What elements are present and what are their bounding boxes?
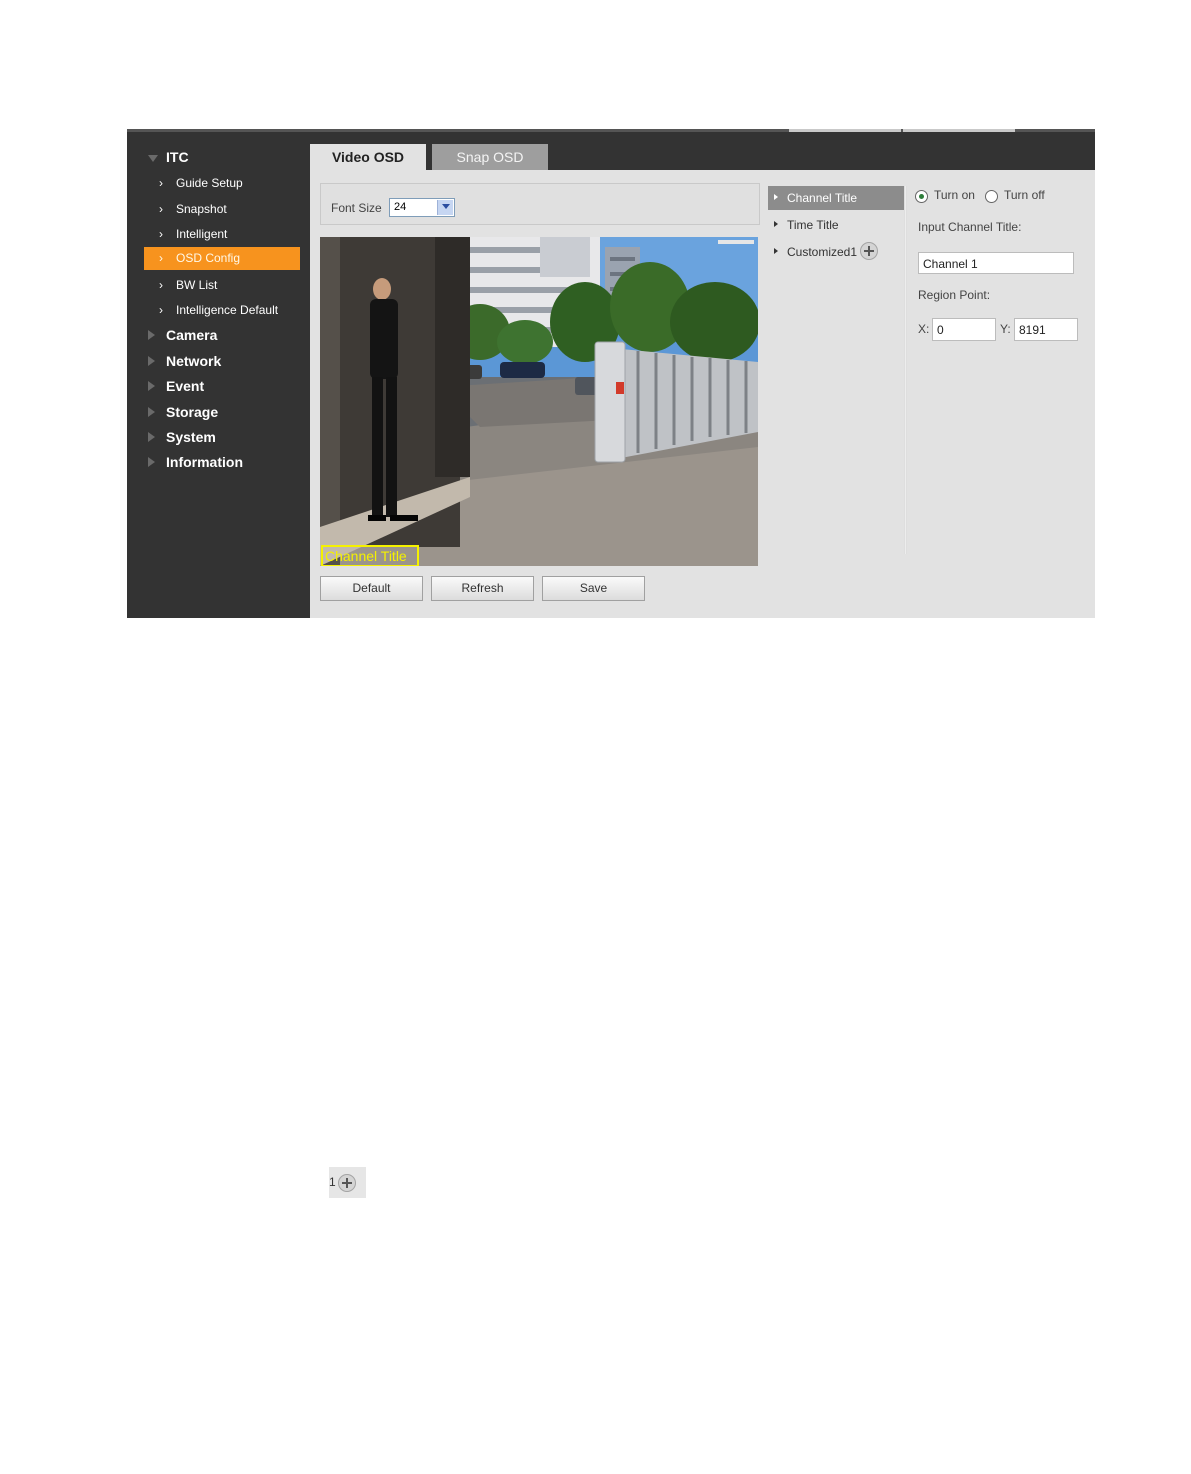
y-coordinate-input[interactable]: 8191 xyxy=(1014,318,1078,341)
font-size-select[interactable]: 24 xyxy=(389,198,455,217)
chevron-right-icon: › xyxy=(159,251,163,265)
tab-video-osd[interactable]: Video OSD xyxy=(310,144,426,170)
osd-item-time-title[interactable]: Time Title xyxy=(768,213,904,237)
triangle-right-icon xyxy=(148,432,155,442)
sidebar-item-intelligence-default[interactable]: › Intelligence Default xyxy=(144,299,300,321)
chevron-down-icon xyxy=(437,200,453,215)
triangle-right-icon xyxy=(148,330,155,340)
turn-off-label: Turn off xyxy=(1004,188,1045,202)
sidebar: ITC › Guide Setup › Snapshot › Intellige… xyxy=(127,132,310,618)
sidebar-item-label: Snapshot xyxy=(176,202,227,216)
sidebar-item-snapshot[interactable]: › Snapshot xyxy=(144,198,300,220)
triangle-right-icon xyxy=(774,248,778,254)
refresh-button[interactable]: Refresh xyxy=(431,576,534,601)
osd-config-window: ITC › Guide Setup › Snapshot › Intellige… xyxy=(127,129,1095,618)
osd-overlay-text: Channel Title xyxy=(325,548,407,564)
sidebar-group-label: Storage xyxy=(166,404,219,420)
sidebar-group-information[interactable]: Information xyxy=(127,452,310,474)
triangle-right-icon xyxy=(148,381,155,391)
sidebar-item-label: Guide Setup xyxy=(176,176,243,190)
sidebar-item-osd-config[interactable]: › OSD Config xyxy=(144,247,300,270)
panel-divider xyxy=(904,186,907,554)
sidebar-group-event[interactable]: Event xyxy=(127,376,310,398)
add-icon[interactable] xyxy=(860,242,878,260)
video-preview[interactable]: Channel Title xyxy=(320,237,758,566)
chevron-right-icon: › xyxy=(159,202,163,216)
x-label: X: xyxy=(918,322,930,336)
sidebar-group-network[interactable]: Network xyxy=(127,351,310,373)
sidebar-item-bw-list[interactable]: › BW List xyxy=(144,274,300,296)
osd-item-channel-title[interactable]: Channel Title xyxy=(768,186,904,210)
sidebar-group-system[interactable]: System xyxy=(127,427,310,449)
sidebar-group-label: Information xyxy=(166,454,243,470)
y-label: Y: xyxy=(1000,322,1011,336)
camera-scene-image xyxy=(320,237,758,566)
sidebar-item-label: OSD Config xyxy=(176,251,241,265)
snippet-number: 1 xyxy=(329,1175,336,1189)
sidebar-group-storage[interactable]: Storage xyxy=(127,402,310,424)
chevron-right-icon: › xyxy=(159,176,163,190)
turn-on-label: Turn on xyxy=(934,188,975,202)
save-button[interactable]: Save xyxy=(542,576,645,601)
default-button[interactable]: Default xyxy=(320,576,423,601)
osd-item-label: Customized1 xyxy=(787,245,858,259)
font-size-label: Font Size xyxy=(331,201,382,215)
region-point-label: Region Point: xyxy=(918,288,991,302)
tab-snap-osd[interactable]: Snap OSD xyxy=(432,144,548,170)
turn-on-radio[interactable] xyxy=(915,190,928,203)
sidebar-group-label: Event xyxy=(166,378,205,394)
turn-off-radio[interactable] xyxy=(985,190,998,203)
triangle-down-icon xyxy=(148,155,158,162)
chevron-right-icon: › xyxy=(159,227,163,241)
channel-title-input[interactable]: Channel 1 xyxy=(918,252,1074,274)
sidebar-group-label: ITC xyxy=(166,149,189,165)
sidebar-group-label: Camera xyxy=(166,327,218,343)
sidebar-group-label: Network xyxy=(166,353,222,369)
chevron-right-icon: › xyxy=(159,278,163,292)
osd-item-label: Time Title xyxy=(787,218,839,232)
osd-item-label: Channel Title xyxy=(787,191,858,205)
triangle-right-icon xyxy=(148,407,155,417)
sidebar-item-label: Intelligence Default xyxy=(176,303,279,317)
triangle-right-icon xyxy=(774,221,778,227)
sidebar-group-label: System xyxy=(166,429,216,445)
add-icon[interactable] xyxy=(338,1174,356,1192)
triangle-right-icon xyxy=(148,457,155,467)
triangle-right-icon xyxy=(148,356,155,366)
add-icon-snippet: 1 xyxy=(329,1167,366,1198)
sidebar-item-intelligent[interactable]: › Intelligent xyxy=(144,223,300,245)
sidebar-item-label: Intelligent xyxy=(176,227,228,241)
x-coordinate-input[interactable]: 0 xyxy=(932,318,996,341)
font-size-value: 24 xyxy=(394,201,407,213)
osd-overlay-box[interactable]: Channel Title xyxy=(321,545,419,566)
sidebar-item-label: BW List xyxy=(176,278,218,292)
sidebar-group-camera[interactable]: Camera xyxy=(127,325,310,347)
input-channel-title-label: Input Channel Title: xyxy=(918,220,1022,234)
main-content: Font Size 24 Channel Title Default Refre… xyxy=(310,170,1095,618)
osd-item-customized1[interactable]: Customized1 xyxy=(768,240,904,264)
chevron-right-icon: › xyxy=(159,303,163,317)
sidebar-item-guide-setup[interactable]: › Guide Setup xyxy=(144,172,300,194)
triangle-right-icon xyxy=(774,194,778,200)
font-size-panel: Font Size 24 xyxy=(320,183,760,225)
tab-bar: Video OSD Snap OSD xyxy=(310,132,1095,170)
sidebar-group-itc[interactable]: ITC xyxy=(127,147,310,169)
